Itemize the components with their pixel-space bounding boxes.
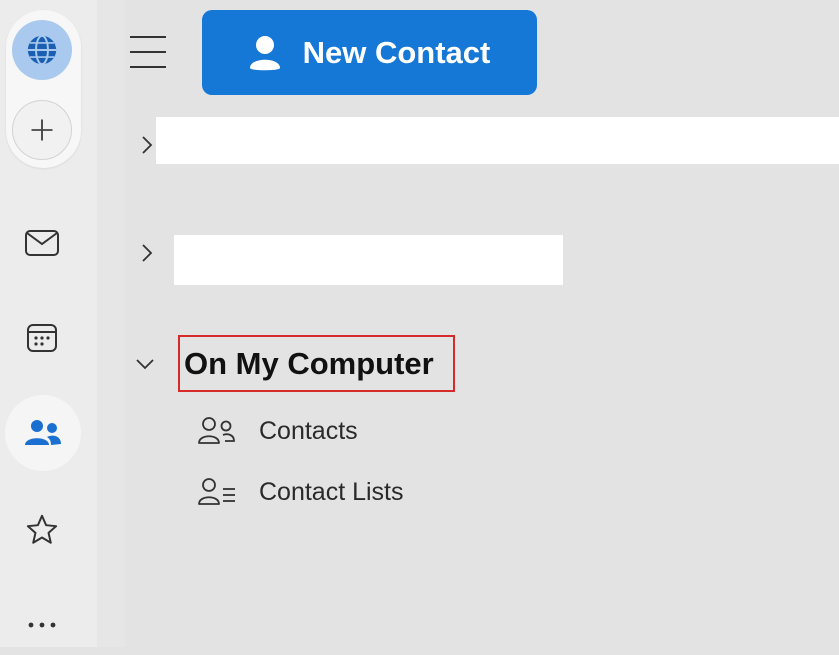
menu-icon — [130, 36, 166, 38]
contact-lists-icon — [198, 478, 235, 505]
tree-item-label: Contact Lists — [259, 477, 404, 506]
chevron-down-icon — [136, 359, 154, 370]
tree-item-contact-lists[interactable]: Contact Lists — [197, 472, 404, 512]
new-contact-label: New Contact — [302, 34, 491, 70]
tree-item-label: Contacts — [259, 416, 358, 445]
star-icon — [26, 514, 58, 544]
expand-account-2-chevron[interactable] — [135, 241, 159, 265]
rail-favorites[interactable] — [12, 500, 72, 560]
collapse-section-chevron[interactable] — [133, 352, 157, 376]
chevron-right-icon — [142, 136, 153, 154]
chevron-right-icon — [142, 244, 153, 262]
rail-people[interactable] — [5, 395, 81, 471]
rail-more[interactable] — [12, 595, 72, 655]
plus-icon — [31, 119, 53, 141]
account-globe-button[interactable] — [12, 20, 72, 80]
section-on-my-computer[interactable]: On My Computer — [178, 335, 455, 392]
tree-item-contacts[interactable]: Contacts — [197, 411, 358, 451]
people-icon — [25, 420, 61, 445]
rail-mail[interactable] — [12, 213, 72, 273]
contacts-icon — [198, 417, 235, 444]
redacted-account-1[interactable] — [156, 117, 839, 164]
new-contact-button[interactable]: New Contact — [202, 10, 537, 95]
menu-toggle-button[interactable] — [130, 36, 170, 68]
globe-icon — [27, 34, 57, 66]
section-title-label: On My Computer — [184, 345, 434, 381]
more-icon — [28, 622, 56, 628]
add-account-button[interactable] — [12, 100, 72, 160]
mail-icon — [25, 230, 59, 256]
calendar-icon — [27, 324, 57, 352]
rail-calendar[interactable] — [12, 308, 72, 368]
rail-gutter — [97, 0, 125, 647]
redacted-account-2[interactable] — [174, 235, 563, 285]
person-icon — [249, 35, 280, 70]
